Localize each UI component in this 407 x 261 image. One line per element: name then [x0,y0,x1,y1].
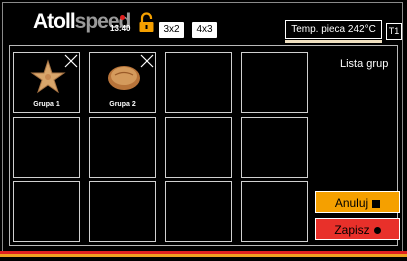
empty-tile[interactable] [241,117,308,178]
clock-time: 13:40 [110,24,131,33]
tab-t1[interactable]: T1 [386,23,402,40]
empty-tile[interactable] [89,181,156,242]
empty-tile[interactable] [13,117,80,178]
save-button[interactable]: Zapisz [315,218,400,240]
header-bar: Atollspeed 13:40 3x2 4x3 Temp. pieca 242… [0,0,407,46]
cancel-button[interactable]: Anuluj [315,191,400,213]
group-tile-2[interactable]: Grupa 2 [89,52,156,113]
footer-stripe-orange [0,254,407,257]
status-dot-icon [120,15,125,20]
empty-tile[interactable] [165,181,232,242]
close-icon[interactable] [140,54,154,68]
tile-label: Grupa 2 [109,101,136,108]
bread-roll-icon [108,66,140,90]
tile-label: Grupa 1 [33,101,60,108]
group-tile-1[interactable]: Grupa 1 [13,52,80,113]
temperature-bar [285,40,382,43]
empty-tile[interactable] [13,181,80,242]
empty-tile[interactable] [89,117,156,178]
empty-tile[interactable] [165,52,232,113]
layout-3x2-button[interactable]: 3x2 [159,22,184,38]
stop-square-icon [372,199,381,208]
close-icon[interactable] [64,54,78,68]
layout-4x3-button[interactable]: 4x3 [192,22,217,38]
unlock-icon[interactable] [138,12,155,34]
starfish-cookie-icon [30,59,66,94]
empty-tile[interactable] [241,181,308,242]
empty-tile[interactable] [165,117,232,178]
clock: 13:40 [110,13,134,35]
empty-tile[interactable] [241,52,308,113]
groups-title: Lista grup [340,58,389,70]
oven-temperature: Temp. pieca 242°C [285,20,382,39]
record-dot-icon [373,227,381,235]
